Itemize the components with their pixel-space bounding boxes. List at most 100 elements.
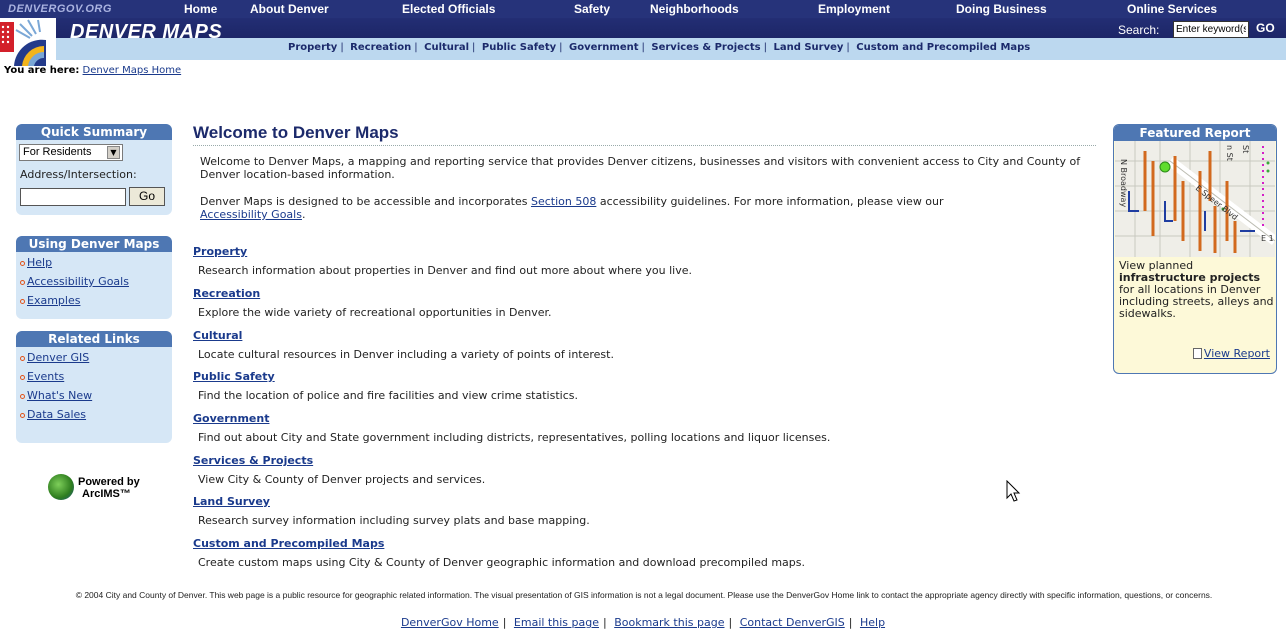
page-title: Welcome to Denver Maps [193,123,399,142]
view-report-link[interactable]: View Report [1204,347,1270,360]
related-links-title: Related Links [16,331,172,347]
nav-about-denver[interactable]: About Denver [250,2,329,16]
section-desc-government: Find out about City and State government… [198,431,831,444]
quick-summary-panel: Quick Summary For Residents ▼ Address/In… [16,124,172,215]
denver-logo-icon[interactable] [0,18,56,66]
section-navigation-bar: Property | Recreation | Cultural | Public S… [56,38,1286,60]
featured-text-post: for all locations in Denver including st… [1119,283,1274,320]
bullet-icon [20,374,25,380]
link-accessibility-goals-main[interactable]: Accessibility Goals [200,208,302,221]
section-desc-custom-maps: Create custom maps using City & County o… [198,556,806,569]
sidebar-item-accessibility: Accessibility Goals [20,275,172,288]
globe-icon [48,474,74,500]
search-label: Search: [1118,23,1160,37]
sidebar-item-whats-new: What's New [20,389,172,402]
using-denver-maps-title: Using Denver Maps [16,236,172,252]
footer-link-help[interactable]: Help [860,616,885,629]
nav-employment[interactable]: Employment [818,2,890,16]
subnav-property[interactable]: Property [288,42,337,53]
nav-home[interactable]: Home [184,2,217,16]
site-name[interactable]: DENVERGOV.ORG [8,3,112,15]
featured-report-title: Featured Report [1114,125,1276,141]
link-data-sales[interactable]: Data Sales [27,408,86,421]
address-label: Address/Intersection: [20,168,137,181]
link-events[interactable]: Events [27,370,64,383]
using-denver-maps-panel: Using Denver Maps Help Accessibility Goa… [16,236,172,319]
featured-report-map[interactable]: N Broadway E Speer Blvd E 1 n St St [1115,141,1275,257]
nav-online-services[interactable]: Online Services [1127,2,1217,16]
address-input[interactable] [20,188,126,206]
link-denver-gis[interactable]: Denver GIS [27,351,89,364]
breadcrumb-label: You are here: [4,65,80,76]
section-desc-services-projects: View City & County of Denver projects an… [198,473,486,486]
arcims-line1: Powered by [78,476,140,488]
quick-summary-title: Quick Summary [16,124,172,140]
nav-doing-business[interactable]: Doing Business [956,2,1047,16]
intro2-text-mid: accessibility guidelines. For more infor… [596,195,944,208]
subnav-public-safety[interactable]: Public Safety [482,42,556,53]
section-link-recreation[interactable]: Recreation [193,287,260,300]
sidebar-item-denver-gis: Denver GIS [20,351,172,364]
chevron-down-icon[interactable]: ▼ [107,146,120,159]
sidebar-item-events: Events [20,370,172,383]
subnav-cultural[interactable]: Cultural [424,42,469,53]
section-link-land-survey[interactable]: Land Survey [193,495,270,508]
map-label-st: St [1241,145,1250,153]
nav-elected-officials[interactable]: Elected Officials [402,2,495,16]
bullet-icon [20,393,25,399]
bullet-icon [20,279,25,285]
bullet-icon [20,298,25,304]
link-examples[interactable]: Examples [27,294,80,307]
intro2-text-post: . [301,208,306,221]
breadcrumb-link-home[interactable]: Denver Maps Home [83,65,182,76]
subnav-custom-maps[interactable]: Custom and Precompiled Maps [856,42,1030,53]
document-icon [1192,348,1202,359]
link-help[interactable]: Help [27,256,52,269]
address-go-button[interactable]: Go [129,187,165,206]
section-desc-land-survey: Research survey information including su… [198,514,590,527]
footer-link-email-page[interactable]: Email this page [514,616,599,629]
bullet-icon [20,412,25,418]
title-divider [193,145,1096,146]
sidebar-item-data-sales: Data Sales [20,408,172,421]
search-input[interactable] [1173,21,1249,38]
intro2-text-pre: Denver Maps is designed to be accessible… [200,195,531,208]
nav-safety[interactable]: Safety [574,2,610,16]
nav-neighborhoods[interactable]: Neighborhoods [650,2,739,16]
section-link-custom-maps[interactable]: Custom and Precompiled Maps [193,537,384,550]
section-desc-recreation: Explore the wide variety of recreational… [198,306,552,319]
section-link-government[interactable]: Government [193,412,269,425]
subnav-services-projects[interactable]: Services & Projects [651,42,760,53]
link-whats-new[interactable]: What's New [27,389,92,402]
footer-disclaimer: © 2004 City and County of Denver. This w… [75,590,1213,600]
bullet-icon [20,260,25,266]
featured-report-panel: Featured Report N Broadway E Speer Blvd … [1113,124,1277,374]
footer-link-bookmark-page[interactable]: Bookmark this page [614,616,724,629]
link-accessibility-goals[interactable]: Accessibility Goals [27,275,129,288]
section-link-public-safety[interactable]: Public Safety [193,370,275,383]
footer-link-contact-denvergis[interactable]: Contact DenverGIS [740,616,845,629]
subnav-recreation[interactable]: Recreation [350,42,411,53]
search-go-button[interactable]: GO [1256,21,1275,35]
top-navigation-bar: DENVERGOV.ORG Home About Denver Elected … [0,0,1286,18]
subnav-government[interactable]: Government [569,42,639,53]
footer-links: DenverGov Home | Email this page | Bookmar… [400,616,886,629]
mouse-cursor-icon [1006,480,1021,502]
sidebar-item-help: Help [20,256,172,269]
map-label-n-st: n St [1225,145,1234,161]
featured-report-description: View planned infrastructure projects for… [1119,260,1274,320]
section-desc-property: Research information about properties in… [198,264,693,277]
sidebar-item-examples: Examples [20,294,172,307]
footer-link-denvergov-home[interactable]: DenverGov Home [401,616,499,629]
accessibility-paragraph: Denver Maps is designed to be accessible… [200,195,1090,221]
subnav-land-survey[interactable]: Land Survey [773,42,843,53]
section-link-property[interactable]: Property [193,245,247,258]
arcims-line2: ArcIMS™ [82,488,131,500]
section-link-services-projects[interactable]: Services & Projects [193,454,313,467]
bullet-icon [20,355,25,361]
intro-paragraph: Welcome to Denver Maps, a mapping and re… [200,155,1081,181]
section-desc-cultural: Locate cultural resources in Denver incl… [198,348,614,361]
powered-by-arcims-badge[interactable]: Powered by ArcIMS™ [44,470,144,506]
section-link-cultural[interactable]: Cultural [193,329,242,342]
link-section-508[interactable]: Section 508 [531,195,596,208]
